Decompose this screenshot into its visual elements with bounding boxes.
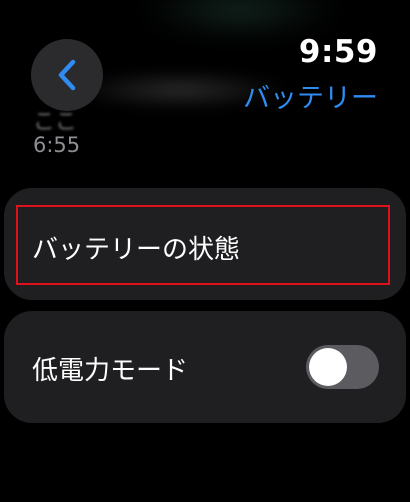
page-title: バッテリー <box>243 83 378 114</box>
underlay-blurred-text: ここ <box>33 110 78 135</box>
toggle-knob <box>309 348 347 386</box>
low-power-mode-row[interactable]: 低電力モード <box>4 311 406 423</box>
battery-health-label: バッテリーの状態 <box>32 235 241 265</box>
underlay-time: 6:55 <box>33 133 81 157</box>
battery-health-row[interactable]: バッテリーの状態 <box>4 188 406 300</box>
back-button[interactable] <box>31 39 103 111</box>
status-time: 9:59 <box>298 34 378 70</box>
watch-screen: 9:59 バッテリー ここ 6:55 バッテリーの状態 低電力モード <box>0 0 410 502</box>
low-power-mode-toggle[interactable] <box>306 345 379 389</box>
low-power-mode-label: 低電力モード <box>32 356 189 386</box>
chevron-left-icon <box>55 58 79 92</box>
